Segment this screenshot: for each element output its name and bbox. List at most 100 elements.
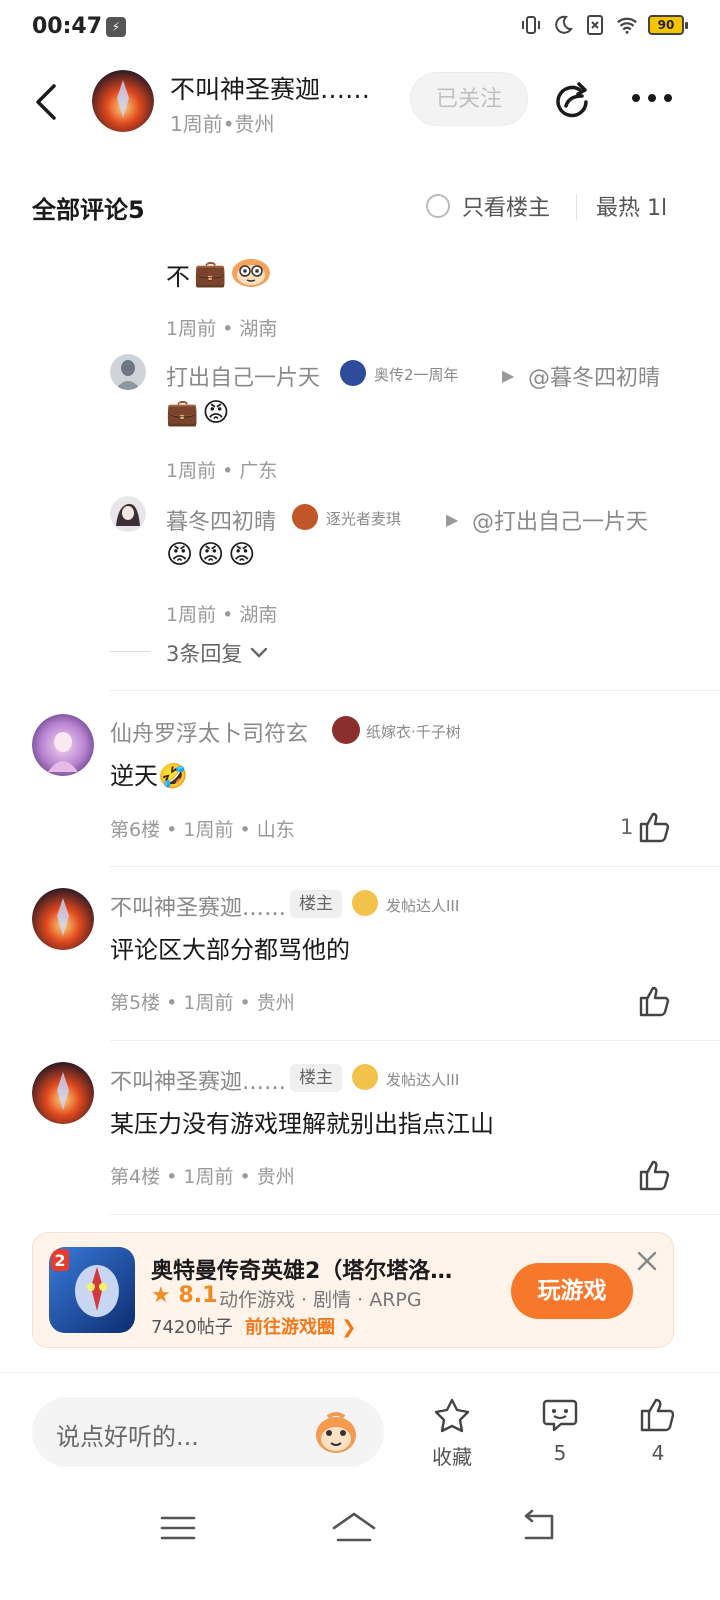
more-replies-line [110, 651, 150, 652]
reply-badge: 逐光者麦琪 [326, 510, 402, 528]
commenter-avatar[interactable] [32, 1062, 94, 1124]
play-game-button[interactable]: 玩游戏 [511, 1263, 633, 1319]
back-nav-button[interactable] [518, 1508, 558, 1544]
chevron-right-icon: ❯ [341, 1317, 357, 1338]
comment-input[interactable]: 说点好听的... [32, 1397, 384, 1467]
commenter-badge: 发帖达人III [386, 897, 460, 915]
status-time: 00:47 [32, 14, 103, 39]
close-icon [637, 1251, 657, 1271]
menu-button[interactable] [158, 1512, 198, 1544]
author-meta: 1周前•贵州 [170, 112, 275, 136]
reply-avatar[interactable] [110, 496, 146, 532]
sort-selector[interactable]: 最热 1l [596, 190, 676, 222]
comment-meta: 第5楼 • 1周前 • 贵州 [110, 992, 295, 1014]
moon-icon [552, 14, 574, 36]
more-replies-button[interactable]: 3条回复 [166, 638, 268, 668]
thumbs-up-icon [639, 986, 670, 1017]
all-comments-title: 全部评论5 [32, 196, 145, 224]
like-button[interactable] [638, 1158, 672, 1192]
home-button[interactable] [330, 1508, 378, 1544]
game-tags: 动作游戏 · 剧情 · ARPG [219, 1289, 422, 1311]
comment-bubble-icon [542, 1399, 578, 1432]
play-arrow-icon: ▶ [502, 366, 515, 385]
commenter-username[interactable]: 不叫神圣赛迦…… [110, 890, 286, 922]
like-button[interactable] [638, 984, 672, 1018]
only-author-toggle[interactable]: 只看楼主 [426, 190, 550, 222]
game-promo-card[interactable]: 2 奥特曼传奇英雄2（塔尔塔洛… ★ 8.1 动作游戏 · 剧情 · ARPG … [32, 1232, 674, 1348]
status-icons: 90 [520, 14, 688, 36]
comments-header: 全部评论5 只看楼主 最热 1l [0, 180, 720, 236]
reply-username[interactable]: 打出自己一片天 [166, 360, 320, 392]
commenter-badge: 纸嫁衣·千子树 [366, 723, 461, 741]
top-reply-meta: 1周前 • 湖南 [166, 318, 278, 340]
reply-to[interactable]: @暮冬四初晴 [528, 360, 660, 392]
reply-to[interactable]: @打出自己一片天 [472, 504, 648, 536]
commenter-avatar[interactable] [32, 714, 94, 776]
reply-username[interactable]: 暮冬四初晴 [166, 504, 276, 536]
monkey-emoji-icon[interactable] [312, 1409, 360, 1457]
no-sim-icon [584, 14, 606, 36]
divider [110, 866, 720, 867]
comment-button[interactable]: 5 [530, 1397, 590, 1465]
return-icon [524, 1509, 554, 1540]
flash-icon: ⚡ [106, 17, 126, 37]
bottom-action-bar: 说点好听的... 收藏 5 4 [0, 1372, 720, 1482]
author-avatar[interactable] [92, 70, 154, 132]
play-arrow-icon: ▶ [446, 510, 459, 529]
collect-button[interactable]: 收藏 [422, 1397, 482, 1470]
back-button[interactable] [28, 80, 68, 124]
game-posts: 7420帖子 [151, 1317, 233, 1338]
system-nav-bar [0, 1484, 720, 1600]
comment-count: 5 [553, 1441, 567, 1465]
reply-badge: 奥传2一周年 [374, 366, 459, 384]
medal-icon [352, 890, 378, 916]
owner-tag: 楼主 [290, 1064, 342, 1092]
only-author-label: 只看楼主 [462, 196, 551, 221]
reply-meta: 1周前 • 广东 [166, 460, 278, 482]
share-button[interactable] [552, 80, 592, 120]
like-count: 1 [620, 815, 634, 839]
collect-label: 收藏 [432, 1445, 472, 1469]
briefcase-emoji-icon: 💼 [166, 398, 199, 428]
home-icon [332, 1512, 376, 1542]
comment-meta: 第4楼 • 1周前 • 贵州 [110, 1166, 295, 1188]
like-button[interactable] [638, 810, 672, 844]
briefcase-emoji-icon: 💼 [194, 259, 227, 289]
follow-button[interactable]: 已关注 [410, 72, 528, 126]
vibrate-icon [520, 14, 542, 36]
comment-text: 逆天🤣 [110, 762, 188, 790]
commenter-username[interactable]: 仙舟罗浮太卜司符玄 [110, 716, 308, 748]
reply-emojis: 💼 😡 [166, 398, 229, 428]
rating-value: 8.1 [178, 1283, 218, 1308]
game-title: 奥特曼传奇英雄2（塔尔塔洛… [151, 1259, 453, 1284]
top-reply-text: 不 💼 [166, 256, 272, 292]
wifi-icon [616, 14, 638, 36]
author-name[interactable]: 不叫神圣赛迦…… [170, 70, 370, 106]
commenter-username[interactable]: 不叫神圣赛迦…… [110, 1064, 286, 1096]
reply-avatar[interactable] [110, 354, 146, 390]
comment-text: 某压力没有游戏理解就别出指点江山 [110, 1110, 494, 1138]
game-icon: 2 [49, 1247, 135, 1333]
close-button[interactable] [633, 1247, 661, 1275]
game-circle-label: 前往游戏圈 [245, 1317, 335, 1338]
menu-icon [160, 1516, 196, 1540]
share-icon [556, 82, 588, 118]
reply-emojis: 😡 😡 😡 [166, 540, 255, 570]
commenter-avatar[interactable] [32, 888, 94, 950]
svg-text:2: 2 [54, 1251, 65, 1270]
star-icon: ★ [151, 1283, 171, 1308]
like-post-button[interactable]: 4 [628, 1397, 688, 1465]
thumbs-up-icon [639, 1160, 670, 1191]
star-outline-icon [434, 1398, 470, 1433]
game-rating: ★ 8.1 [151, 1283, 217, 1308]
more-replies-label: 3条回复 [166, 642, 243, 666]
divider [576, 194, 577, 220]
game-circle-link[interactable]: 前往游戏圈 ❯ [245, 1313, 356, 1339]
angry-emoji-icon: 😡 [202, 398, 230, 428]
status-bar: 00:47 ⚡ 90 [0, 0, 720, 56]
like-count: 4 [651, 1441, 665, 1465]
owner-tag: 楼主 [290, 890, 342, 918]
divider [110, 1214, 720, 1215]
more-button[interactable] [630, 84, 674, 112]
reply-meta: 1周前 • 湖南 [166, 604, 278, 626]
